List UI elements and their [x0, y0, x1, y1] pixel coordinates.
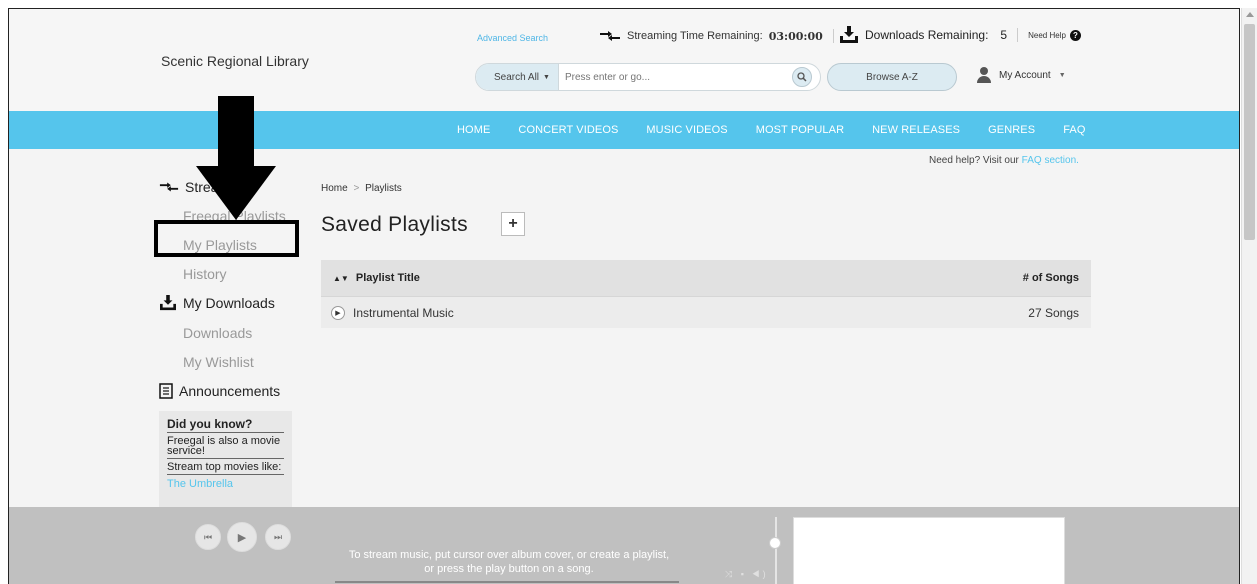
search-input[interactable]: [558, 71, 759, 83]
volume-slider-handle[interactable]: [769, 537, 781, 549]
search-scope-label: Search All: [494, 71, 540, 83]
skip-back-icon: ⏮: [203, 531, 213, 542]
faq-help-text: Need help? Visit our FAQ section.: [929, 155, 1079, 166]
sort-icon: ▲▼: [333, 274, 349, 283]
play-icon[interactable]: ▶: [331, 305, 345, 320]
table-header: ▲▼ Playlist Title # of Songs: [321, 260, 1091, 296]
chevron-down-icon: ▼: [1058, 71, 1066, 79]
search-bar: Search All ▼: [475, 63, 821, 91]
sidebar-downloads-label: My Downloads: [183, 295, 275, 311]
faq-section-link[interactable]: FAQ section.: [1022, 155, 1079, 166]
playlist-table: ▲▼ Playlist Title # of Songs ▶ Instrumen…: [321, 260, 1091, 328]
my-account-menu[interactable]: My Account ▼: [977, 67, 1066, 83]
column-num-songs[interactable]: # of Songs: [1023, 272, 1079, 284]
divider: [1017, 28, 1019, 42]
user-icon: [977, 67, 991, 83]
player-message-line: To stream music, put cursor over album c…: [348, 549, 670, 561]
need-help-label: Need Help: [1028, 30, 1066, 40]
did-you-know-title: Did you know?: [167, 417, 284, 433]
player-message-line: or press the play button on a song.: [424, 563, 594, 575]
add-playlist-button[interactable]: +: [501, 212, 525, 236]
page-title: Saved Playlists: [321, 213, 468, 236]
page-scrollbar[interactable]: [1241, 8, 1257, 584]
sidebar-downloads-header[interactable]: My Downloads: [159, 295, 275, 311]
did-you-know-fact: Freegal is also a movie service!: [167, 436, 284, 459]
sidebar-item-wishlist[interactable]: My Wishlist: [183, 354, 254, 370]
progress-bar[interactable]: [335, 581, 679, 583]
table-row[interactable]: ▶ Instrumental Music 27 Songs: [321, 296, 1091, 328]
need-help-link[interactable]: Need Help ?: [1028, 29, 1081, 41]
skip-forward-icon: ⏭: [273, 531, 283, 542]
streaming-time-value: 03:00:00: [768, 29, 823, 43]
download-tray-icon: [160, 295, 176, 311]
album-cover-area[interactable]: [793, 517, 1065, 584]
search-icon: [797, 72, 807, 82]
nav-home[interactable]: HOME: [457, 124, 490, 136]
breadcrumb-separator: >: [353, 183, 360, 194]
library-name: Scenic Regional Library: [161, 53, 309, 69]
scroll-up-icon[interactable]: [1246, 12, 1254, 17]
nav-most-popular[interactable]: MOST POPULAR: [756, 124, 844, 136]
divider: [832, 29, 834, 43]
browse-a-z-button[interactable]: Browse A-Z: [827, 63, 957, 91]
faq-help-label: Need help? Visit our: [929, 155, 1019, 166]
playlist-title-cell: ▶ Instrumental Music: [331, 305, 454, 320]
document-icon: [159, 383, 173, 399]
streaming-time-status: Streaming Time Remaining: 03:00:00: [599, 29, 838, 43]
advanced-search-link[interactable]: Advanced Search: [477, 33, 548, 43]
nav-concert-videos[interactable]: CONCERT VIDEOS: [518, 124, 618, 136]
chevron-down-icon: ▼: [543, 73, 550, 81]
player-message: To stream music, put cursor over album c…: [309, 548, 709, 576]
nav-genres[interactable]: GENRES: [988, 124, 1035, 136]
breadcrumb-home[interactable]: Home: [321, 183, 348, 194]
question-icon: ?: [1069, 29, 1081, 41]
player-controls-icons[interactable]: ⤨ ▪ ◀): [725, 569, 769, 580]
breadcrumb-current: Playlists: [365, 183, 402, 194]
column-playlist-title-label: Playlist Title: [355, 272, 420, 284]
sidebar-item-history[interactable]: History: [183, 266, 227, 282]
previous-button[interactable]: ⏮: [195, 524, 221, 550]
downloads-remaining-label: Downloads Remaining:: [865, 28, 989, 42]
downloads-remaining-value: 5: [1000, 28, 1008, 42]
streaming-arrows-icon: [600, 31, 620, 41]
sidebar-item-downloads[interactable]: Downloads: [183, 325, 252, 341]
play-icon: ▶: [237, 531, 247, 544]
playlist-title[interactable]: Instrumental Music: [353, 306, 454, 320]
did-you-know-fact: Stream top movies like:: [167, 462, 284, 475]
did-you-know-link[interactable]: The Umbrella: [167, 478, 284, 490]
volume-slider-track[interactable]: [775, 517, 777, 584]
search-scope-select[interactable]: Search All ▼: [476, 64, 559, 90]
breadcrumb: Home > Playlists: [321, 183, 402, 194]
nav-music-videos[interactable]: MUSIC VIDEOS: [646, 124, 727, 136]
next-button[interactable]: ⏭: [265, 524, 291, 550]
streaming-arrows-icon: [159, 182, 179, 192]
downloads-remaining-status: Downloads Remaining: 5 Need Help ?: [839, 26, 1081, 44]
streaming-time-label: Streaming Time Remaining:: [627, 30, 763, 42]
my-account-label: My Account: [999, 69, 1051, 81]
nav-new-releases[interactable]: NEW RELEASES: [872, 124, 960, 136]
play-button[interactable]: ▶: [227, 522, 257, 552]
main-navigation: HOME CONCERT VIDEOS MUSIC VIDEOS MOST PO…: [9, 111, 1239, 149]
browser-viewport: Scenic Regional Library Advanced Search …: [8, 8, 1240, 584]
playlist-song-count: 27 Songs: [1028, 305, 1079, 320]
sidebar-announcements[interactable]: Announcements: [159, 383, 280, 399]
highlight-box: [154, 220, 299, 257]
music-player-bar: ⏮ ▶ ⏭ To stream music, put cursor over a…: [9, 507, 1239, 584]
search-button[interactable]: [792, 67, 812, 87]
did-you-know-panel: Did you know? Freegal is also a movie se…: [159, 411, 292, 521]
scroll-thumb[interactable]: [1244, 24, 1255, 240]
arrow-down-icon: [196, 96, 276, 220]
site-header: Scenic Regional Library Advanced Search …: [9, 9, 1239, 111]
column-playlist-title[interactable]: ▲▼ Playlist Title: [333, 272, 420, 284]
sidebar-announcements-label: Announcements: [179, 383, 281, 399]
nav-faq[interactable]: FAQ: [1063, 124, 1085, 136]
download-tray-icon: [840, 26, 858, 43]
